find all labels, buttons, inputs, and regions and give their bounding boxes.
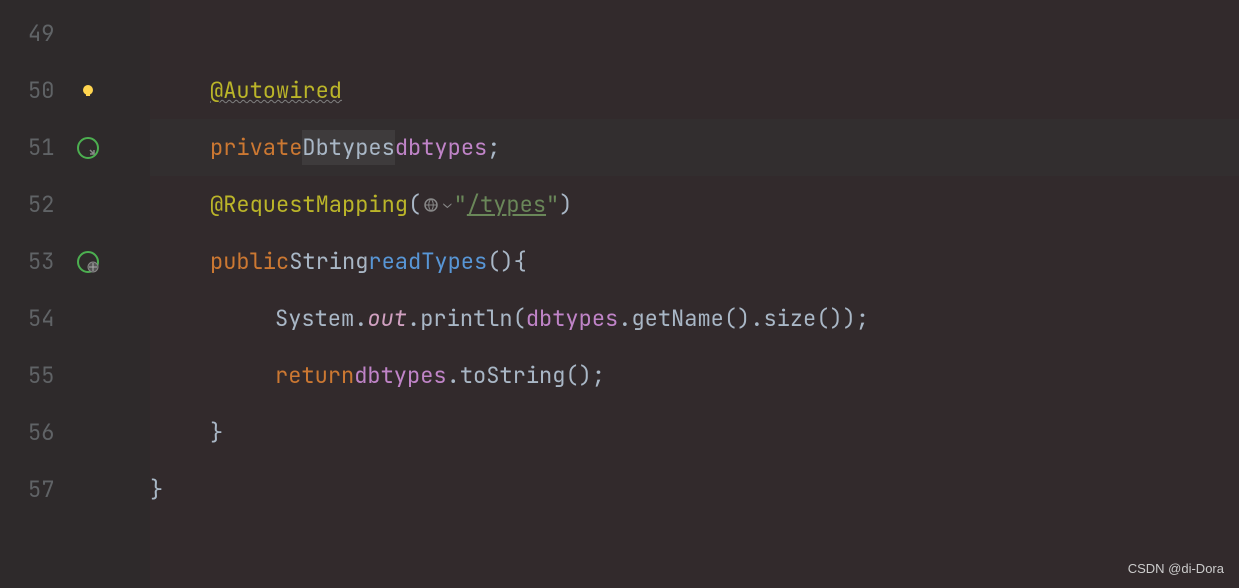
code-line[interactable] [150,5,1239,62]
gutter: 49 50 51 52 53 54 55 [0,0,150,588]
globe-icon[interactable] [423,197,439,213]
parens: () [487,244,513,279]
run-arrow-icon[interactable] [76,136,100,160]
semicolon: ; [487,130,500,165]
keyword-private: private [210,130,302,165]
field-out: out [367,301,407,336]
dot: . [407,301,420,336]
method-getname: getName [631,301,723,336]
paren-close: ) [559,187,572,222]
gutter-line[interactable]: 53 [0,233,150,290]
call-parens: () [724,301,750,336]
brace-close: } [210,415,223,450]
chevron-down-icon[interactable]: ⌄ [443,193,451,215]
editor-container: 49 50 51 52 53 54 55 [0,0,1239,588]
gutter-line[interactable]: 55 [0,347,150,404]
type-string: String [289,244,368,279]
code-line[interactable]: return dbtypes.toString(); [150,347,1239,404]
run-globe-icon[interactable] [76,250,100,274]
field-dbtypes: dbtypes [354,358,446,393]
dot: . [447,358,460,393]
call-parens: () [816,301,842,336]
line-number: 51 [28,130,68,165]
keyword-return: return [275,358,354,393]
method-size: size [763,301,816,336]
line-number: 52 [28,187,68,222]
lightbulb-icon[interactable] [76,79,100,103]
line-number: 49 [28,16,68,51]
call-parens: () [565,358,591,393]
code-line[interactable]: } [150,404,1239,461]
string-quote: " [546,187,559,222]
method-println: println [420,301,512,336]
gutter-line[interactable]: 52 [0,176,150,233]
gutter-line[interactable]: 56 [0,404,150,461]
code-area[interactable]: @Autowired private Dbtypes dbtypes; @Req… [150,0,1239,588]
dot: . [354,301,367,336]
code-line[interactable]: } [150,461,1239,518]
code-line[interactable]: @RequestMapping(⌄"/types") [150,176,1239,233]
line-number: 55 [28,358,68,393]
semicolon: ; [856,301,869,336]
paren-open: ( [513,301,526,336]
line-number: 53 [28,244,68,279]
annotation-autowired: @Autowired [210,73,342,108]
code-line[interactable]: System.out.println(dbtypes.getName().siz… [150,290,1239,347]
dot: . [618,301,631,336]
line-number: 50 [28,73,68,108]
gutter-line[interactable]: 57 [0,461,150,518]
type-dbtypes: Dbtypes [302,130,394,165]
annotation-requestmapping: @RequestMapping [210,187,408,222]
gutter-line[interactable]: 54 [0,290,150,347]
method-readtypes: readTypes [368,244,487,279]
gutter-line[interactable]: 49 [0,5,150,62]
class-system: System [275,301,354,336]
keyword-public: public [210,244,289,279]
line-number: 56 [28,415,68,450]
code-line[interactable]: @Autowired [150,62,1239,119]
brace-open: { [514,244,527,279]
line-number: 54 [28,301,68,336]
string-quote: " [454,187,467,222]
paren-open: ( [408,187,421,222]
paren-close: ) [843,301,856,336]
line-number: 57 [28,472,68,507]
watermark: CSDN @di-Dora [1128,559,1224,580]
code-line[interactable]: public String readTypes(){ [150,233,1239,290]
field-dbtypes: dbtypes [395,130,487,165]
semicolon: ; [592,358,605,393]
dot: . [750,301,763,336]
string-path: /types [467,187,546,222]
method-tostring: toString [460,358,566,393]
brace-close: } [150,472,163,507]
gutter-line[interactable]: 51 [0,119,150,176]
gutter-line[interactable]: 50 [0,62,150,119]
field-dbtypes: dbtypes [526,301,618,336]
code-line-current[interactable]: private Dbtypes dbtypes; [150,119,1239,176]
